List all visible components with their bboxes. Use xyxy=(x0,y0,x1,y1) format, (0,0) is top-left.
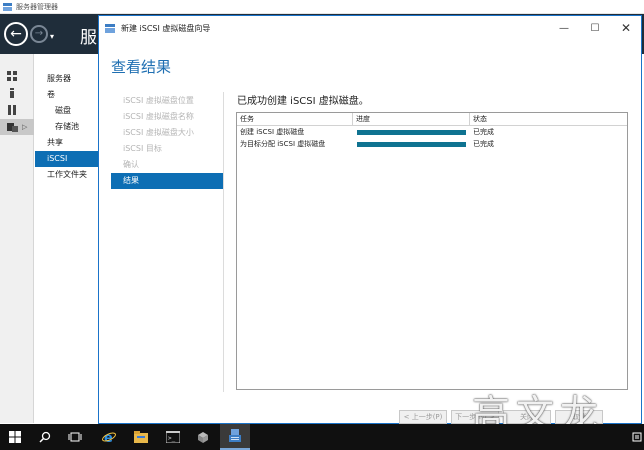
command-prompt-icon: >_ xyxy=(166,431,180,443)
nav-item-servers[interactable]: 服务器 xyxy=(35,71,98,87)
wizard-heading: 查看结果 xyxy=(111,58,172,76)
task-status: 已完成 xyxy=(473,128,494,136)
server-manager-icon xyxy=(229,429,241,442)
svg-text:>_: >_ xyxy=(168,435,176,442)
all-servers-icon xyxy=(8,105,16,115)
maximize-icon: ☐ xyxy=(590,22,600,34)
chevron-right-icon: ▷ xyxy=(22,123,28,131)
maximize-button[interactable]: ☐ xyxy=(580,16,610,40)
wizard-titlebar: 新建 iSCSI 虚拟磁盘向导 — ☐ ✕ xyxy=(99,16,641,40)
wizard-steps: iSCSI 虚拟磁盘位置 iSCSI 虚拟磁盘名称 iSCSI 虚拟磁盘大小 i… xyxy=(111,93,223,189)
task-name: 创建 iSCSI 虚拟磁盘 xyxy=(240,128,305,136)
back-arrow-icon: ← xyxy=(10,26,22,42)
previous-button[interactable]: < 上一步(P) xyxy=(399,410,447,424)
step-iscsi-target: iSCSI 目标 xyxy=(123,144,162,153)
server-manager-title: 服务器管理器 xyxy=(16,2,58,11)
close-button[interactable]: ✕ xyxy=(611,16,641,40)
wizard-app-icon xyxy=(105,23,115,33)
minimize-button[interactable]: — xyxy=(549,16,579,40)
nav-item-volumes[interactable]: 卷 xyxy=(35,87,98,103)
taskbar: e >_ xyxy=(0,424,644,450)
task-view-button[interactable] xyxy=(60,424,90,450)
table-header: 任务 进度 状态 xyxy=(237,113,627,126)
step-disk-location: iSCSI 虚拟磁盘位置 xyxy=(123,96,194,105)
search-icon xyxy=(39,431,51,443)
server-drive-icon xyxy=(198,432,208,443)
nav-item-shares[interactable]: 共享 xyxy=(35,135,98,151)
forward-button[interactable]: → xyxy=(30,25,48,43)
local-server-nav-item[interactable] xyxy=(0,85,34,101)
forward-arrow-icon: → xyxy=(34,28,44,39)
wizard-title: 新建 iSCSI 虚拟磁盘向导 xyxy=(121,23,211,33)
nav-item-work-folders[interactable]: 工作文件夹 xyxy=(35,167,98,183)
dashboard-nav-item[interactable] xyxy=(0,68,34,84)
local-server-icon xyxy=(10,88,14,98)
nav-item-storage-pools[interactable]: 存储池 xyxy=(35,119,98,135)
file-storage-icon xyxy=(7,123,18,132)
internet-explorer-button[interactable]: e xyxy=(94,424,124,450)
column-header-status[interactable]: 状态 xyxy=(470,113,627,125)
notification-button[interactable] xyxy=(630,424,644,450)
step-results[interactable]: 结果 xyxy=(111,173,223,189)
internet-explorer-icon: e xyxy=(102,431,116,444)
start-button[interactable] xyxy=(0,424,30,450)
step-confirmation: 确认 xyxy=(123,160,139,169)
notification-icon xyxy=(632,432,642,442)
task-view-icon xyxy=(68,432,82,442)
progress-cell xyxy=(353,141,470,147)
step-disk-size: iSCSI 虚拟磁盘大小 xyxy=(123,128,194,137)
new-iscsi-virtual-disk-wizard: 新建 iSCSI 虚拟磁盘向导 — ☐ ✕ 查看结果 iSCSI 虚拟磁盘位置 … xyxy=(98,15,642,424)
search-button[interactable] xyxy=(30,424,60,450)
progress-bar-fill xyxy=(357,141,466,147)
step-disk-name: iSCSI 虚拟磁盘名称 xyxy=(123,112,194,121)
progress-cell xyxy=(353,129,470,135)
column-header-progress[interactable]: 进度 xyxy=(353,113,470,125)
task-name: 为目标分配 iSCSI 虚拟磁盘 xyxy=(240,140,326,148)
windows-logo-icon xyxy=(9,431,21,443)
file-explorer-button[interactable] xyxy=(126,424,156,450)
column-header-task[interactable]: 任务 xyxy=(237,113,353,125)
file-storage-nav: 服务器 卷 磁盘 存储池 共享 iSCSI 工作文件夹 xyxy=(35,54,99,423)
server-manager-icon-strip: ▷ xyxy=(0,54,34,423)
file-storage-nav-item[interactable]: ▷ xyxy=(0,119,34,135)
command-prompt-button[interactable]: >_ xyxy=(158,424,188,450)
server-manager-taskbar-button[interactable] xyxy=(220,424,250,450)
file-explorer-icon xyxy=(134,431,148,443)
task-results-table: 任务 进度 状态 创建 iSCSI 虚拟磁盘 已完成 为目标分配 iSCSI 虚… xyxy=(236,112,628,390)
nav-item-disks[interactable]: 磁盘 xyxy=(35,103,98,119)
server-manager-app-icon xyxy=(3,2,12,11)
progress-bar-fill xyxy=(357,129,466,135)
minimize-icon: — xyxy=(559,22,569,34)
progress-bar xyxy=(357,141,466,147)
all-servers-nav-item[interactable] xyxy=(0,102,34,118)
dashboard-icon xyxy=(7,71,17,81)
table-row[interactable]: 为目标分配 iSCSI 虚拟磁盘 已完成 xyxy=(237,138,627,150)
server-drive-button[interactable] xyxy=(188,424,218,450)
server-manager-header-title: 服 xyxy=(80,28,97,48)
server-manager-titlebar: 服务器管理器 xyxy=(0,0,644,14)
result-message: 已成功创建 iSCSI 虚拟磁盘。 xyxy=(237,96,369,107)
progress-bar xyxy=(357,129,466,135)
table-row[interactable]: 创建 iSCSI 虚拟磁盘 已完成 xyxy=(237,126,627,138)
nav-item-iscsi[interactable]: iSCSI xyxy=(35,151,98,167)
task-status: 已完成 xyxy=(473,140,494,148)
back-button[interactable]: ← xyxy=(4,22,28,46)
close-icon: ✕ xyxy=(620,21,632,35)
steps-divider xyxy=(223,92,224,392)
history-dropdown-icon[interactable]: ▾ xyxy=(50,32,54,41)
